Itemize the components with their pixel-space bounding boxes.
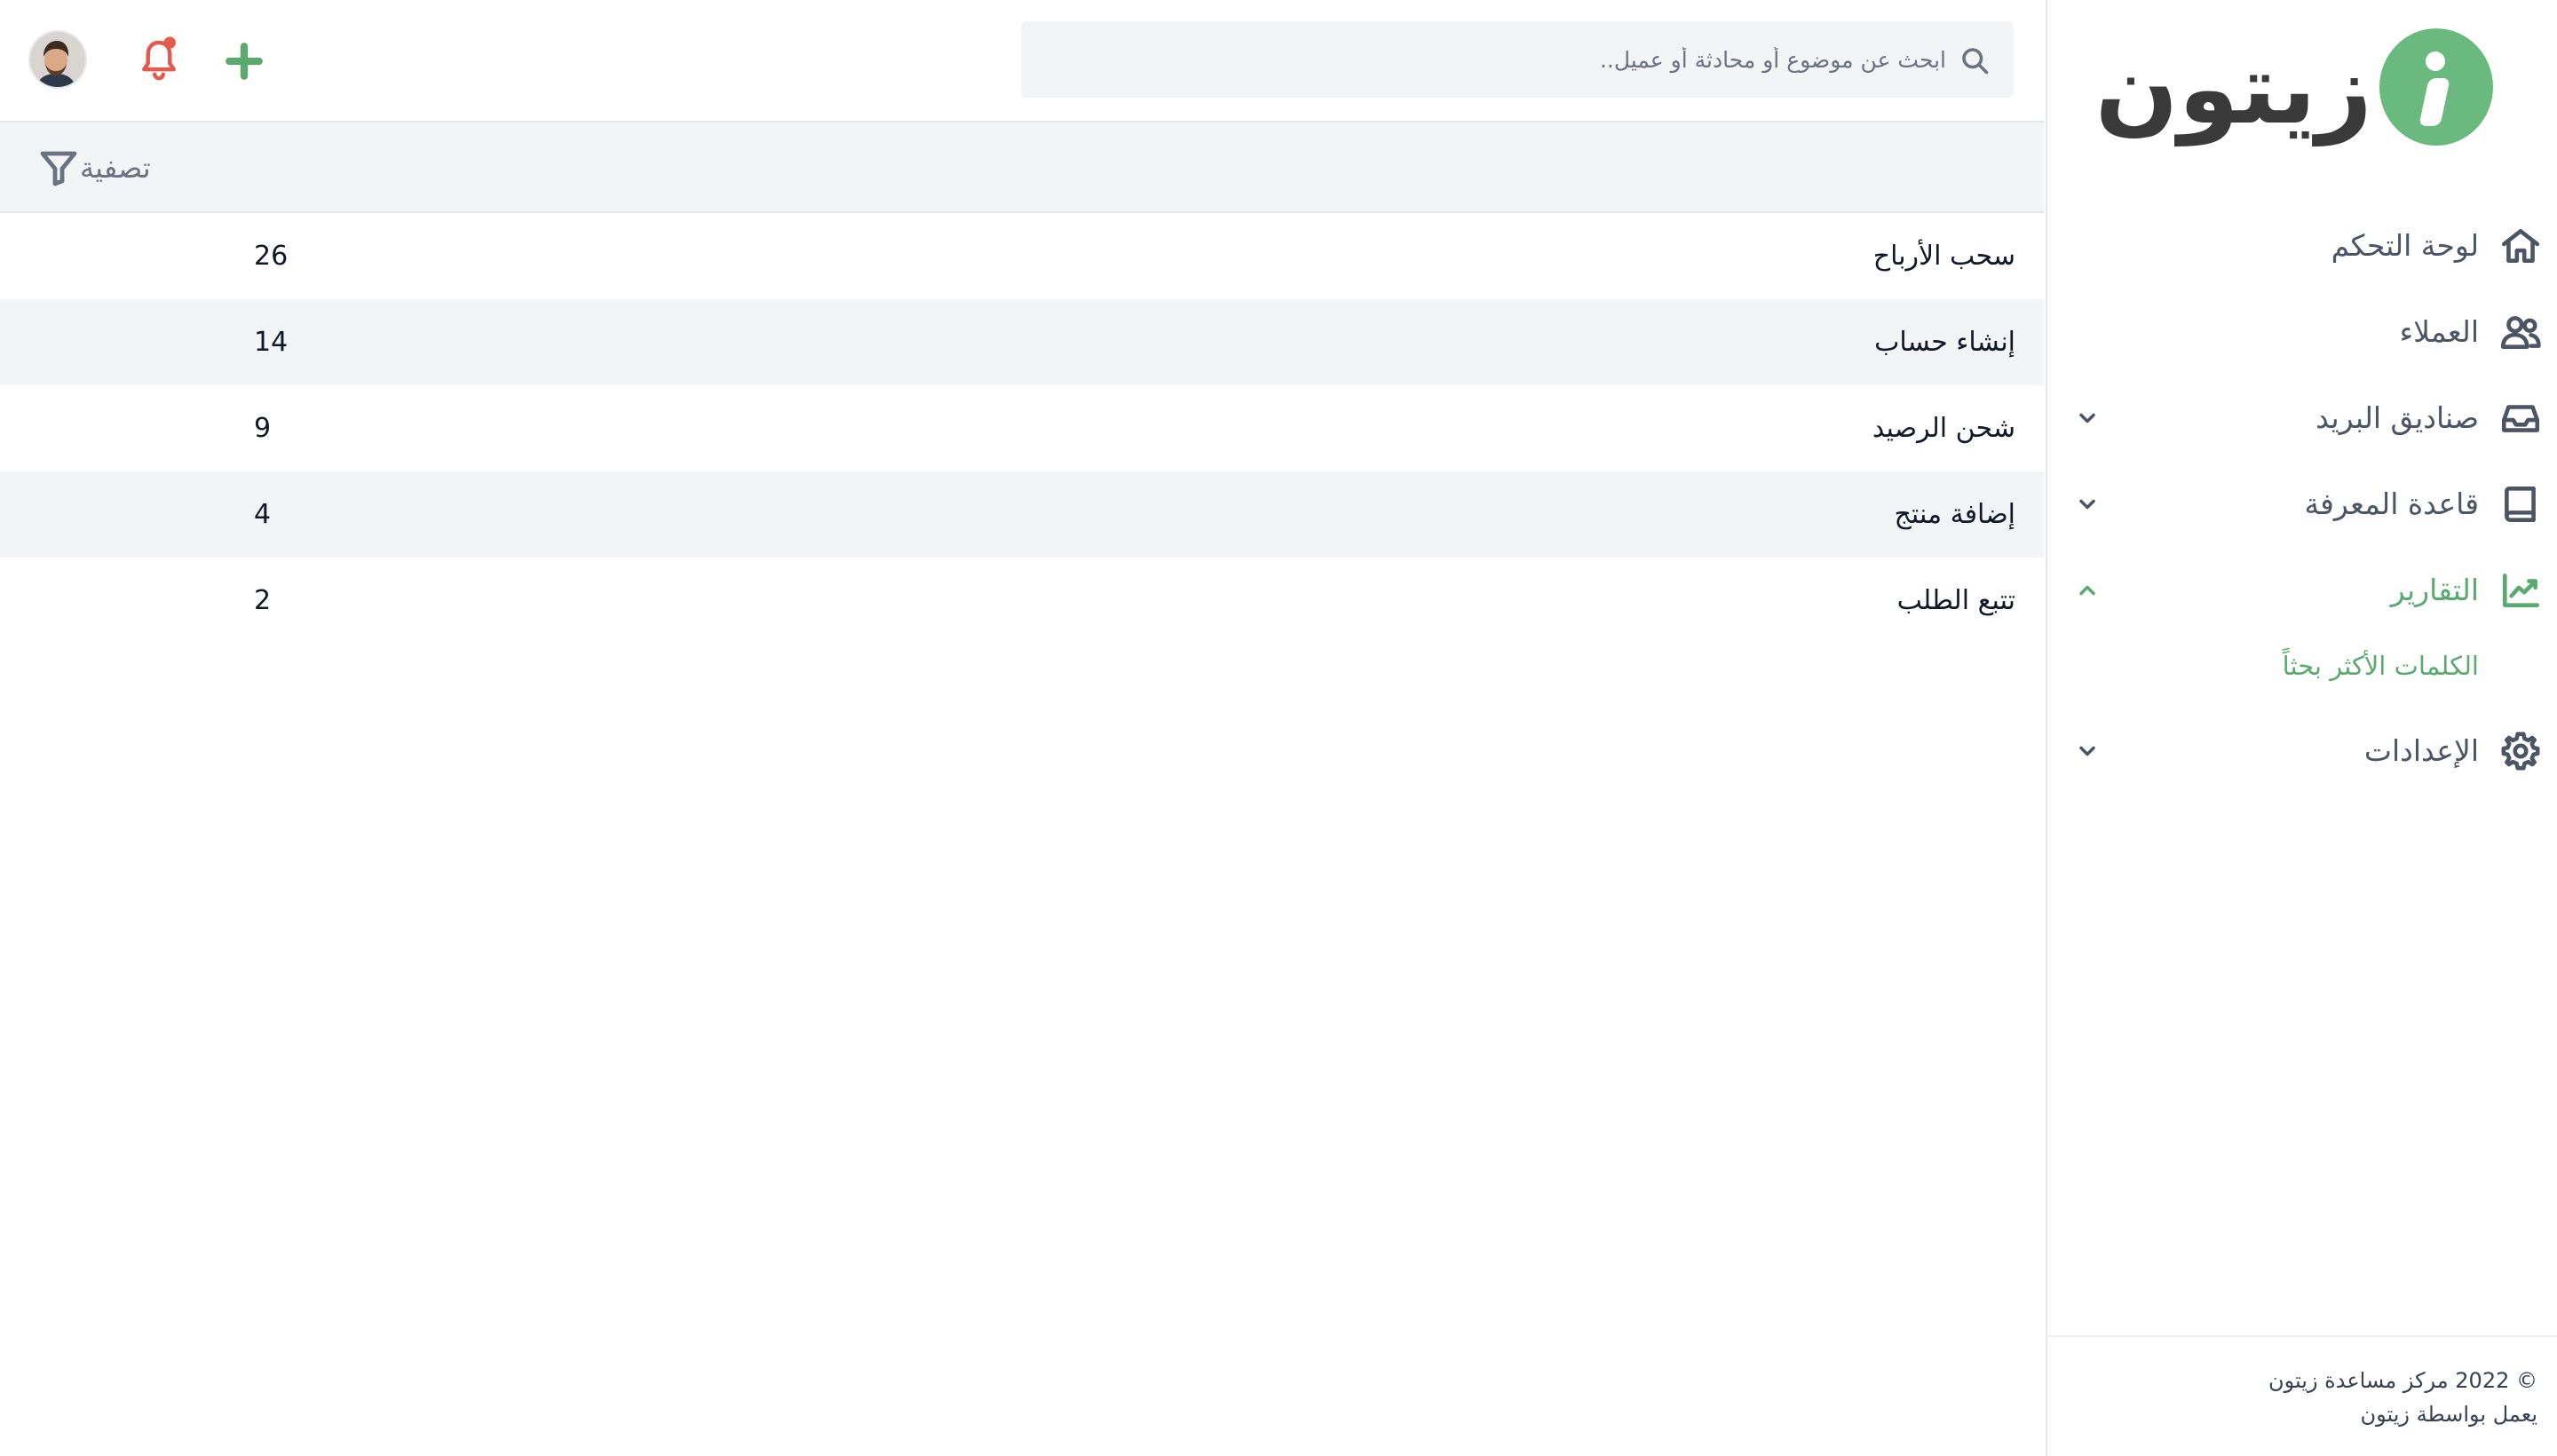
count-cell: 9 bbox=[254, 413, 272, 444]
sidebar-subitem-top-searched-keywords[interactable]: الكلمات الأكثر بحثاً bbox=[2046, 633, 2557, 708]
avatar[interactable] bbox=[28, 30, 87, 89]
sidebar-item-reports[interactable]: التقارير bbox=[2046, 547, 2557, 633]
filter-label: تصفية bbox=[80, 151, 151, 185]
count-cell: 2 bbox=[254, 585, 272, 616]
users-icon bbox=[2497, 308, 2545, 356]
sidebar-item-dashboard[interactable]: لوحة التحكم bbox=[2046, 202, 2557, 289]
sidebar-item-mailboxes[interactable]: صناديق البريد bbox=[2046, 375, 2557, 461]
keyword-cell: سحب الأرباح bbox=[1872, 241, 2015, 272]
search-input[interactable] bbox=[1058, 21, 1946, 98]
sidebar-item-label: لوحة التحكم bbox=[2331, 228, 2479, 263]
sidebar: زيتون لوحة التحكم العملاء صناديق البريد bbox=[2046, 0, 2557, 1456]
chevron-up-icon[interactable] bbox=[2072, 575, 2102, 605]
chevron-down-icon[interactable] bbox=[2072, 736, 2102, 766]
filter-button[interactable]: تصفية bbox=[27, 146, 151, 190]
brand-name: زيتون bbox=[2094, 32, 2374, 146]
sidebar-nav: لوحة التحكم العملاء صناديق البريد قاعدة … bbox=[2046, 202, 2557, 794]
user-avatar-icon bbox=[30, 32, 85, 87]
sidebar-item-knowledge-base[interactable]: قاعدة المعرفة bbox=[2046, 461, 2557, 547]
table-row: إضافة منتج 4 bbox=[0, 471, 2044, 558]
sidebar-footer: © 2022 مركز مساعدة زيتون يعمل بواسطة زيت… bbox=[2046, 1335, 2557, 1456]
inbox-icon bbox=[2497, 394, 2545, 442]
chevron-down-icon[interactable] bbox=[2072, 403, 2102, 433]
copyright-text: © 2022 مركز مساعدة زيتون bbox=[2268, 1368, 2537, 1393]
powered-by-text: يعمل بواسطة زيتون bbox=[2360, 1402, 2537, 1427]
sidebar-item-label: الإعدادات bbox=[2363, 733, 2479, 768]
chart-icon bbox=[2497, 566, 2545, 614]
table-row: شحن الرصيد 9 bbox=[0, 385, 2044, 471]
keyword-cell: شحن الرصيد bbox=[1872, 413, 2015, 444]
sidebar-item-label: العملاء bbox=[2399, 314, 2479, 349]
keyword-cell: إنشاء حساب bbox=[1874, 327, 2015, 358]
table-row: تتبع الطلب 2 bbox=[0, 558, 2044, 644]
sidebar-item-customers[interactable]: العملاء bbox=[2046, 289, 2557, 375]
plus-icon bbox=[226, 43, 263, 80]
keyword-cell: إضافة منتج bbox=[1894, 499, 2015, 530]
notifications-button[interactable] bbox=[135, 34, 183, 85]
table-row: سحب الأرباح 26 bbox=[0, 213, 2044, 299]
sidebar-item-label: قاعدة المعرفة bbox=[2304, 487, 2479, 521]
filter-icon bbox=[40, 151, 77, 186]
keywords-table: سحب الأرباح 26 إنشاء حساب 14 شحن الرصيد … bbox=[0, 213, 2044, 644]
count-cell: 4 bbox=[254, 499, 272, 530]
bell-icon bbox=[142, 36, 176, 81]
sidebar-item-settings[interactable]: الإعدادات bbox=[2046, 708, 2557, 794]
add-button[interactable] bbox=[222, 39, 266, 83]
count-cell: 14 bbox=[254, 327, 289, 358]
count-cell: 26 bbox=[254, 241, 289, 272]
home-icon bbox=[2497, 222, 2545, 270]
logo-mark-icon bbox=[2379, 28, 2493, 146]
table-row: إنشاء حساب 14 bbox=[0, 299, 2044, 385]
chevron-down-icon[interactable] bbox=[2072, 489, 2102, 519]
gear-icon bbox=[2497, 727, 2545, 775]
top-header bbox=[0, 0, 2044, 123]
search-icon bbox=[1959, 44, 1991, 76]
sidebar-item-label: التقارير bbox=[2390, 573, 2479, 607]
brand-logo[interactable]: زيتون bbox=[2095, 27, 2493, 151]
sidebar-item-label: صناديق البريد bbox=[2316, 400, 2479, 435]
book-icon bbox=[2497, 480, 2545, 528]
keyword-cell: تتبع الطلب bbox=[1896, 585, 2015, 616]
sidebar-subitem-label: الكلمات الأكثر بحثاً bbox=[2282, 651, 2479, 681]
filter-bar: تصفية bbox=[0, 123, 2044, 213]
search-bar[interactable] bbox=[1021, 21, 2014, 98]
